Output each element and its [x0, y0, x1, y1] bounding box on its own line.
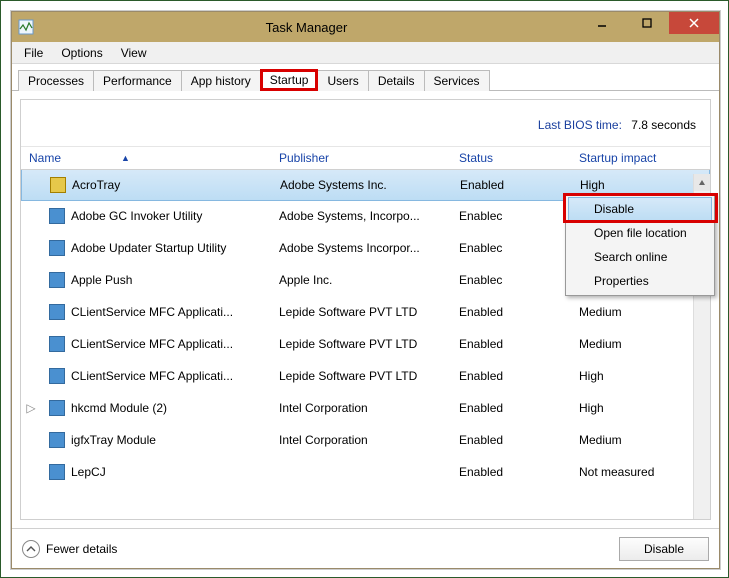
- row-impact: Medium: [571, 337, 710, 351]
- row-name: CLientService MFC Applicati...: [71, 369, 233, 383]
- row-status: Enabled: [451, 337, 571, 351]
- tab-details[interactable]: Details: [368, 70, 425, 91]
- row-name: hkcmd Module (2): [71, 401, 167, 415]
- sort-asc-icon: ▲: [121, 153, 130, 163]
- app-item-icon: [49, 272, 65, 288]
- row-impact: High: [572, 178, 709, 192]
- ctx-open-file-location[interactable]: Open file location: [568, 221, 712, 245]
- col-name-label: Name: [29, 151, 61, 165]
- row-name: CLientService MFC Applicati...: [71, 305, 233, 319]
- context-menu: Disable Open file location Search online…: [565, 194, 715, 296]
- bios-value: 7.8 seconds: [631, 118, 696, 132]
- ctx-properties[interactable]: Properties: [568, 269, 712, 293]
- tab-startup[interactable]: Startup: [260, 69, 319, 91]
- menubar: File Options View: [12, 42, 719, 64]
- app-item-icon: [49, 400, 65, 416]
- ctx-search-online[interactable]: Search online: [568, 245, 712, 269]
- row-publisher: Lepide Software PVT LTD: [271, 337, 451, 351]
- column-headers: Name ▲ Publisher Status Startup impact: [21, 146, 710, 170]
- row-publisher: Adobe Systems Inc.: [272, 178, 452, 192]
- tab-processes[interactable]: Processes: [18, 70, 94, 91]
- row-impact: Medium: [571, 433, 710, 447]
- app-item-icon: [49, 368, 65, 384]
- row-status: Enabled: [451, 433, 571, 447]
- app-item-icon: [49, 464, 65, 480]
- app-item-icon: [49, 240, 65, 256]
- col-name[interactable]: Name ▲: [21, 147, 271, 169]
- col-publisher[interactable]: Publisher: [271, 147, 451, 169]
- menu-options[interactable]: Options: [53, 44, 110, 62]
- tabstrip: Processes Performance App history Startu…: [12, 64, 719, 91]
- row-publisher: Lepide Software PVT LTD: [271, 369, 451, 383]
- minimize-button[interactable]: [579, 12, 624, 34]
- app-item-icon: [49, 432, 65, 448]
- expand-icon[interactable]: ▷: [21, 401, 41, 415]
- row-publisher: Intel Corporation: [271, 433, 451, 447]
- footer: Fewer details Disable: [12, 528, 719, 568]
- close-button[interactable]: [669, 12, 719, 34]
- table-row[interactable]: igfxTray Module Intel CorporationEnabledM…: [21, 424, 710, 456]
- disable-button[interactable]: Disable: [619, 537, 709, 561]
- fewer-details-button[interactable]: Fewer details: [22, 540, 117, 558]
- row-publisher: Apple Inc.: [271, 273, 451, 287]
- row-status: Enablec: [451, 209, 571, 223]
- col-impact[interactable]: Startup impact: [571, 147, 710, 169]
- col-status[interactable]: Status: [451, 147, 571, 169]
- tab-users[interactable]: Users: [317, 70, 368, 91]
- app-item-icon: [49, 336, 65, 352]
- titlebar: Task Manager: [12, 12, 719, 42]
- row-status: Enabled: [451, 305, 571, 319]
- row-impact: Not measured: [571, 465, 710, 479]
- row-status: Enabled: [451, 369, 571, 383]
- row-status: Enablec: [451, 241, 571, 255]
- row-publisher: Lepide Software PVT LTD: [271, 305, 451, 319]
- app-item-icon: [49, 304, 65, 320]
- tab-performance[interactable]: Performance: [93, 70, 182, 91]
- row-impact: High: [571, 369, 710, 383]
- row-name: Adobe GC Invoker Utility: [71, 209, 202, 223]
- tab-content: Last BIOS time: 7.8 seconds Name ▲ Publi…: [20, 99, 711, 520]
- ctx-disable[interactable]: Disable: [568, 197, 712, 221]
- scroll-up-icon[interactable]: [694, 174, 710, 191]
- app-icon: [18, 19, 34, 35]
- table-row[interactable]: CLientService MFC Applicati... Lepide Sof…: [21, 360, 710, 392]
- tab-services[interactable]: Services: [424, 70, 490, 91]
- row-status: Enabled: [452, 178, 572, 192]
- row-name: LepCJ: [71, 465, 106, 479]
- menu-view[interactable]: View: [113, 44, 155, 62]
- row-name: CLientService MFC Applicati...: [71, 337, 233, 351]
- chevron-up-icon: [22, 540, 40, 558]
- row-name: Adobe Updater Startup Utility: [71, 241, 226, 255]
- row-status: Enabled: [451, 465, 571, 479]
- row-publisher: Adobe Systems, Incorpo...: [271, 209, 451, 223]
- fewer-details-label: Fewer details: [46, 542, 117, 556]
- row-publisher: Intel Corporation: [271, 401, 451, 415]
- warning-icon: [50, 177, 66, 193]
- row-name: Apple Push: [71, 273, 132, 287]
- menu-file[interactable]: File: [16, 44, 51, 62]
- bios-label: Last BIOS time:: [538, 118, 622, 132]
- table-row[interactable]: ▷ hkcmd Module (2) Intel CorporationEnable…: [21, 392, 710, 424]
- row-name: AcroTray: [72, 178, 120, 192]
- tab-app-history[interactable]: App history: [181, 70, 261, 91]
- window-title: Task Manager: [34, 20, 579, 35]
- app-item-icon: [49, 208, 65, 224]
- table-row[interactable]: CLientService MFC Applicati... Lepide Sof…: [21, 296, 710, 328]
- row-impact: Medium: [571, 305, 710, 319]
- table-row[interactable]: LepCJ EnabledNot measured: [21, 456, 710, 488]
- row-status: Enablec: [451, 273, 571, 287]
- row-status: Enabled: [451, 401, 571, 415]
- maximize-button[interactable]: [624, 12, 669, 34]
- row-publisher: Adobe Systems Incorpor...: [271, 241, 451, 255]
- table-row[interactable]: CLientService MFC Applicati... Lepide Sof…: [21, 328, 710, 360]
- bios-time: Last BIOS time: 7.8 seconds: [21, 100, 710, 146]
- row-impact: High: [571, 401, 710, 415]
- row-name: igfxTray Module: [71, 433, 156, 447]
